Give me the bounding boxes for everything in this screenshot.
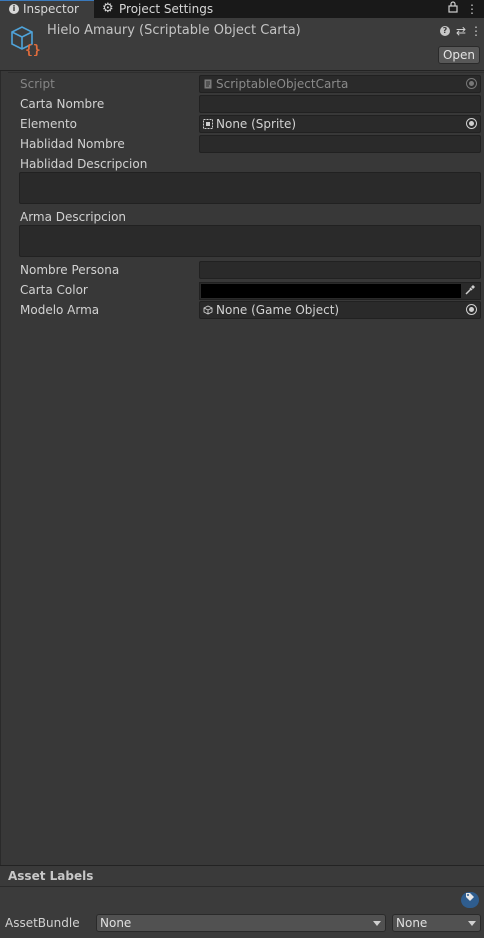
- carta-color-label: Carta Color: [20, 283, 88, 297]
- chevron-down-icon: [468, 921, 476, 926]
- tab-inspector-label: Inspector: [23, 2, 79, 16]
- tab-project-settings-label: Project Settings: [119, 2, 214, 16]
- info-icon: i: [9, 4, 19, 14]
- modelo-arma-label: Modelo Arma: [20, 303, 100, 317]
- asset-labels-title: Asset Labels: [8, 869, 94, 883]
- lock-icon[interactable]: [447, 0, 459, 18]
- script-file-icon: [204, 79, 212, 89]
- nombre-persona-label: Nombre Persona: [20, 263, 120, 277]
- object-picker-icon[interactable]: [466, 304, 477, 315]
- carta-color-field[interactable]: [199, 282, 481, 300]
- script-value: ScriptableObjectCarta: [216, 77, 349, 91]
- object-picker-icon: [466, 78, 477, 89]
- chevron-down-icon: [373, 921, 381, 926]
- carta-nombre-input[interactable]: [199, 95, 481, 113]
- elemento-object-field[interactable]: None (Sprite): [199, 115, 481, 133]
- arma-descripcion-label: Arma Descripcion: [20, 210, 127, 224]
- asset-bundle-label: AssetBundle: [5, 916, 80, 930]
- tag-icon[interactable]: [461, 892, 479, 908]
- object-picker-icon[interactable]: [466, 118, 477, 129]
- elemento-value: None (Sprite): [216, 117, 297, 131]
- habilidad-nombre-label: Hablidad Nombre: [20, 137, 125, 151]
- modelo-arma-object-field[interactable]: None (Game Object): [199, 301, 481, 319]
- context-menu-icon[interactable]: ⋮: [469, 24, 483, 38]
- habilidad-nombre-input[interactable]: [199, 135, 481, 153]
- eyedropper-icon[interactable]: [462, 284, 478, 298]
- tab-menu-icon[interactable]: ⋮: [466, 0, 478, 18]
- asset-labels-header[interactable]: Asset Labels: [0, 866, 484, 887]
- svg-text:{}: {}: [25, 43, 40, 56]
- open-button[interactable]: Open: [438, 46, 480, 64]
- tab-project-settings[interactable]: ⚙ Project Settings: [100, 0, 220, 18]
- script-label: Script: [20, 77, 55, 91]
- asset-labels-panel: AssetBundle None None: [0, 887, 484, 938]
- script-field: ScriptableObjectCarta: [199, 75, 481, 93]
- habilidad-descripcion-label: Hablidad Descripcion: [20, 157, 148, 171]
- scriptable-object-icon: {}: [8, 24, 41, 58]
- asset-bundle-dropdown[interactable]: None: [96, 914, 386, 932]
- tab-inspector[interactable]: i Inspector: [0, 0, 94, 18]
- sprite-icon: [203, 119, 213, 129]
- color-swatch[interactable]: [201, 284, 461, 298]
- game-object-icon: [203, 305, 213, 315]
- carta-nombre-label: Carta Nombre: [20, 97, 105, 111]
- elemento-label: Elemento: [20, 117, 78, 131]
- tab-bar: i Inspector ⚙ Project Settings ⋮: [0, 0, 484, 18]
- panel-edge: [0, 18, 1, 938]
- asset-variant-dropdown[interactable]: None: [392, 914, 481, 932]
- habilidad-descripcion-textarea[interactable]: [19, 172, 481, 204]
- asset-bundle-value: None: [100, 916, 132, 930]
- help-icon[interactable]: ?: [440, 26, 450, 36]
- nombre-persona-input[interactable]: [199, 261, 481, 279]
- inspector-header: {} Hielo Amaury (Scriptable Object Carta…: [0, 18, 484, 71]
- modelo-arma-value: None (Game Object): [216, 303, 340, 317]
- arma-descripcion-textarea[interactable]: [19, 225, 481, 257]
- presets-icon[interactable]: ⇄: [454, 24, 468, 38]
- object-title: Hielo Amaury (Scriptable Object Carta): [47, 23, 301, 38]
- divider: [8, 72, 484, 73]
- asset-variant-value: None: [396, 916, 428, 930]
- gear-icon: ⚙: [102, 1, 114, 16]
